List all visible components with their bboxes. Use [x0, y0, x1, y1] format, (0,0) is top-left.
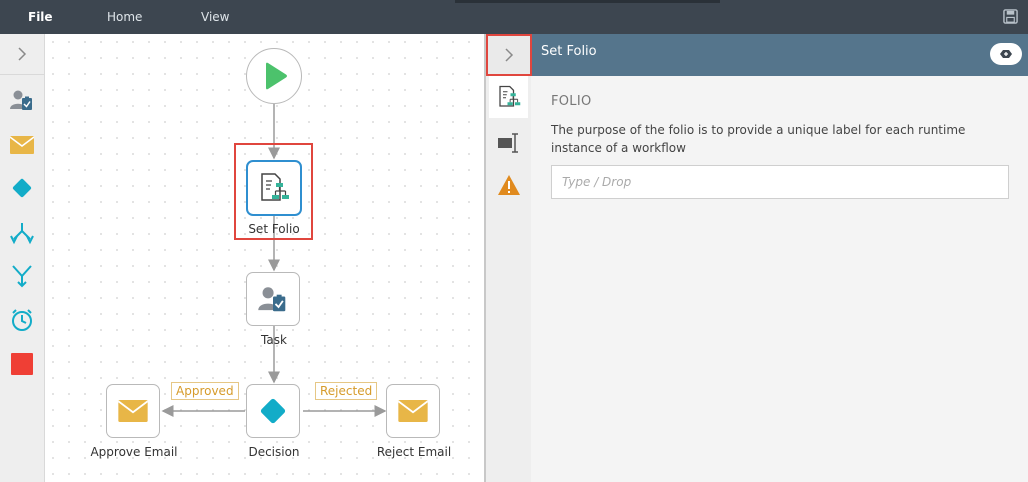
decision-label: Decision [248, 445, 300, 459]
start-node[interactable] [246, 48, 302, 104]
split-icon [10, 223, 34, 245]
top-menu-bar: File Home View [0, 0, 1028, 34]
header-toggle-button[interactable] [990, 43, 1022, 65]
tool-stop[interactable] [8, 350, 36, 378]
set-folio-highlight [234, 143, 313, 240]
properties-tab-strip [486, 34, 532, 482]
approve-email-node[interactable] [106, 384, 160, 438]
save-icon[interactable] [1003, 9, 1018, 24]
user-task-icon [258, 287, 286, 312]
email-icon [10, 136, 34, 154]
decision-diamond-icon [12, 178, 32, 198]
folio-section-title: FOLIO [551, 94, 592, 109]
tab-text-input[interactable] [489, 122, 528, 164]
properties-title: Set Folio [541, 44, 597, 59]
folio-icon [498, 85, 520, 107]
merge-icon [12, 265, 32, 288]
reject-email-label: Reject Email [376, 445, 452, 459]
tab-warnings[interactable] [489, 164, 528, 206]
toolbox-collapse-button[interactable] [0, 34, 44, 75]
email-icon [118, 400, 148, 422]
play-icon [266, 62, 287, 90]
folio-input[interactable] [551, 165, 1009, 199]
chevron-right-icon [18, 47, 27, 61]
email-icon [398, 400, 428, 422]
toggle-pill-icon [1000, 50, 1012, 58]
tab-folio[interactable] [489, 76, 528, 118]
tool-task[interactable] [8, 86, 36, 114]
toolbox [0, 34, 45, 482]
warning-icon [497, 175, 520, 195]
menu-home[interactable]: Home [107, 0, 142, 34]
menu-file[interactable]: File [28, 0, 53, 34]
decision-node[interactable] [246, 384, 300, 438]
user-task-icon [10, 90, 32, 110]
folio-description: The purpose of the folio is to provide a… [551, 123, 966, 155]
stop-icon [11, 353, 33, 375]
task-node[interactable] [246, 272, 300, 326]
properties-panel: Set Folio FOLIO The purpose of the folio… [531, 34, 1028, 482]
properties-header: Set Folio [531, 34, 1028, 76]
tool-email[interactable] [8, 131, 36, 159]
rejected-branch-label[interactable]: Rejected [315, 382, 378, 400]
properties-collapse-highlight [486, 34, 532, 76]
tool-decision[interactable] [8, 174, 36, 202]
decision-diamond-icon [260, 398, 286, 424]
task-label: Task [261, 333, 287, 347]
timer-icon [12, 309, 32, 331]
tool-merge[interactable] [8, 262, 36, 290]
tool-split[interactable] [8, 219, 36, 247]
reject-email-node[interactable] [386, 384, 440, 438]
tool-timer[interactable] [8, 306, 36, 334]
approve-email-label: Approve Email [90, 445, 178, 459]
workflow-canvas[interactable]: Set Folio Task Decision Approve Email Re… [45, 34, 485, 482]
top-strip [455, 0, 720, 3]
text-field-icon [497, 133, 518, 153]
approved-branch-label[interactable]: Approved [171, 382, 239, 400]
menu-view[interactable]: View [201, 0, 229, 34]
